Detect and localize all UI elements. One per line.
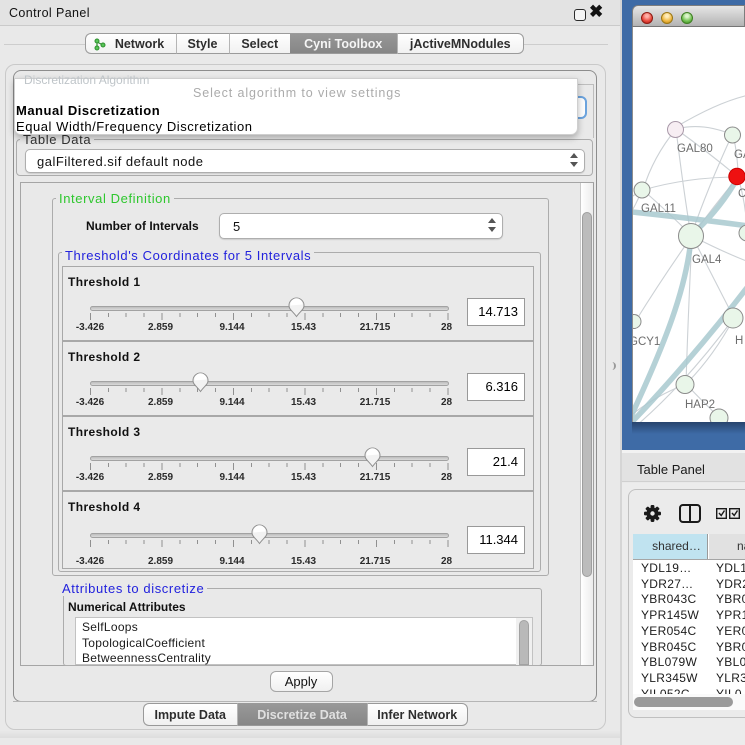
svg-text:GAL4: GAL4 <box>692 254 722 266</box>
svg-text:GCY1: GCY1 <box>633 336 660 348</box>
svg-text:GA: GA <box>734 149 745 161</box>
svg-text:H: H <box>735 335 743 347</box>
svg-text:GAL11: GAL11 <box>641 203 676 215</box>
svg-text:HAP2: HAP2 <box>685 399 715 411</box>
svg-text:C: C <box>738 188 745 200</box>
svg-text:GAL80: GAL80 <box>677 143 713 155</box>
